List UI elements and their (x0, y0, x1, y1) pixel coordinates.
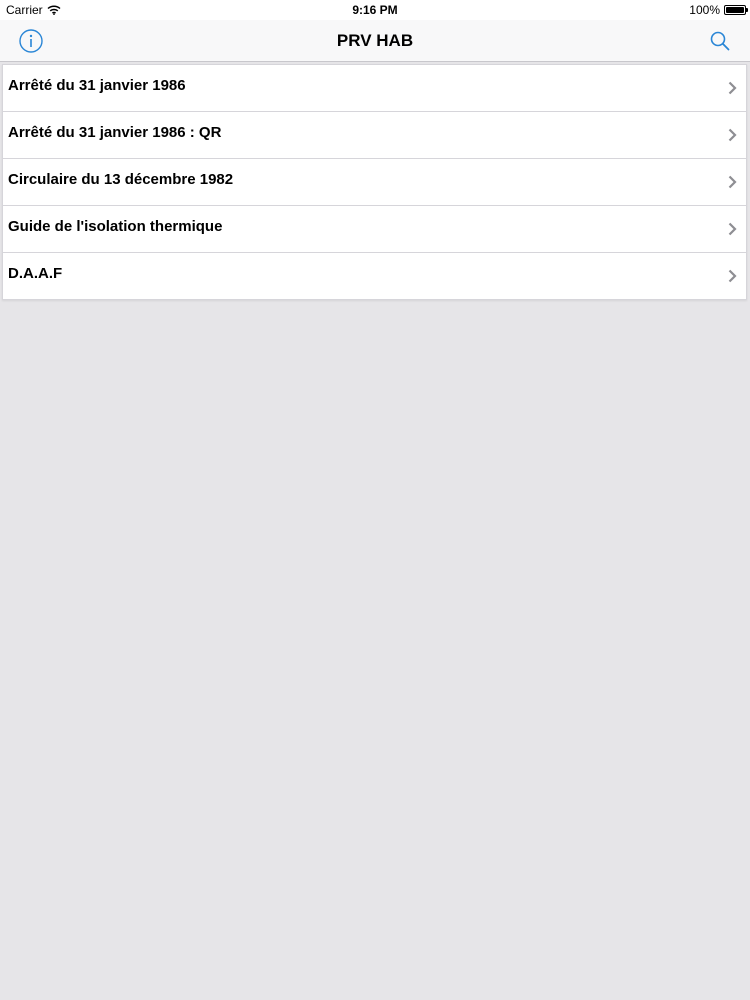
list-item-label: Guide de l'isolation thermique (8, 218, 223, 235)
list-item[interactable]: Arrêté du 31 janvier 1986 : QR (3, 112, 746, 159)
list-item-label: Arrêté du 31 janvier 1986 : QR (8, 124, 222, 141)
page-title: PRV HAB (336, 31, 414, 50)
document-list: Arrêté du 31 janvier 1986 Arrêté du 31 j… (2, 64, 747, 300)
status-battery: 100% (689, 3, 748, 17)
status-time: 9:16 PM (352, 3, 398, 17)
chevron-right-icon (728, 128, 737, 142)
status-bar: Carrier 9:16 PM 100% (0, 0, 750, 20)
battery-icon (724, 5, 748, 15)
battery-percent: 100% (689, 3, 720, 17)
navigation-bar: PRV HAB (0, 20, 750, 62)
chevron-right-icon (728, 175, 737, 189)
list-item[interactable]: Circulaire du 13 décembre 1982 (3, 159, 746, 206)
chevron-right-icon (728, 222, 737, 236)
chevron-right-icon (728, 81, 737, 95)
search-button[interactable] (709, 30, 731, 52)
list-item-label: Circulaire du 13 décembre 1982 (8, 171, 234, 188)
list-item[interactable]: D.A.A.F (3, 253, 746, 299)
list-item-label: D.A.A.F (8, 265, 63, 282)
list-item-label: Arrêté du 31 janvier 1986 (8, 77, 186, 94)
search-icon (710, 31, 730, 51)
list-item[interactable]: Arrêté du 31 janvier 1986 (3, 65, 746, 112)
chevron-right-icon (728, 269, 737, 283)
list-item[interactable]: Guide de l'isolation thermique (3, 206, 746, 253)
